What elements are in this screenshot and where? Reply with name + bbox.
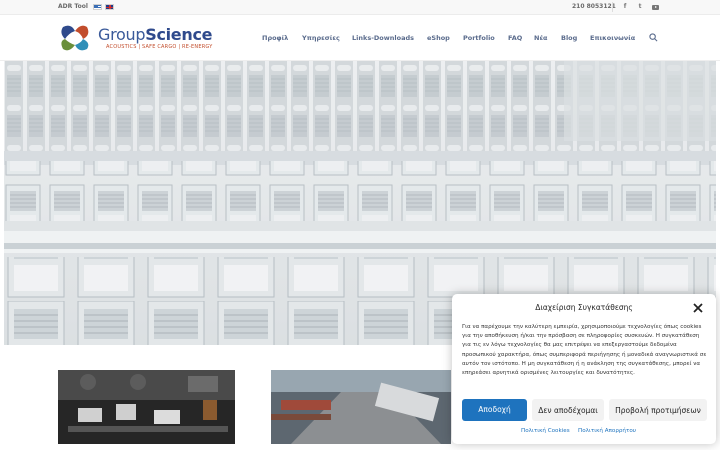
nav-item-portfolio[interactable]: Portfolio	[463, 34, 495, 42]
greek-flag-icon[interactable]	[93, 4, 102, 10]
brand-group: Group	[98, 25, 146, 44]
twitter-icon[interactable]: t	[635, 2, 645, 12]
cookie-dialog-text: Για να παρέχουμε την καλύτερη εμπειρία, …	[462, 324, 707, 377]
nav-item-links-downloads[interactable]: Links-Downloads	[352, 34, 414, 42]
nav-item-contact[interactable]: Επικοινωνία	[590, 34, 635, 42]
nav-item-blog[interactable]: Blog	[561, 34, 577, 42]
adr-tool-link[interactable]: ADR Tool	[58, 3, 88, 10]
cargo-ship-photo	[271, 370, 451, 444]
cookie-consent-dialog: Διαχείριση Συγκατάθεσης Για να παρέχουμε…	[452, 294, 716, 444]
brand-tagline: ACOUSTICS | SAFE CARGO | RE-ENERGY	[106, 44, 213, 50]
privacy-policy-link[interactable]: Πολιτική Απορρήτου	[578, 428, 636, 434]
divider	[612, 2, 613, 12]
portfolio-thumbnail-studio[interactable]	[58, 370, 235, 444]
top-bar: ADR Tool 210 8053121 f t	[0, 0, 720, 15]
nav-item-eshop[interactable]: eShop	[427, 34, 450, 42]
phone-number[interactable]: 210 8053121	[572, 3, 616, 10]
close-icon[interactable]	[693, 303, 703, 313]
groupscience-logo-icon[interactable]	[57, 21, 93, 55]
nav-item-news[interactable]: Νέα	[534, 34, 548, 42]
nav-item-services[interactable]: Υπηρεσίες	[302, 34, 340, 42]
nav-item-profile[interactable]: Προφίλ	[262, 34, 288, 42]
brand-name[interactable]: GroupScience	[98, 25, 213, 44]
brand-science: Science	[145, 25, 213, 44]
search-icon[interactable]	[649, 33, 658, 42]
accept-button[interactable]: Αποδοχή	[462, 399, 527, 421]
deny-button[interactable]: Δεν αποδέχομαι	[532, 399, 604, 421]
portfolio-thumbnail-cargo[interactable]	[271, 370, 451, 444]
facebook-icon[interactable]: f	[620, 2, 630, 12]
site-header: GroupScience ACOUSTICS | SAFE CARGO | RE…	[0, 15, 720, 61]
cookie-policy-link[interactable]: Πολιτική Cookies	[521, 428, 570, 434]
english-flag-icon[interactable]	[105, 4, 114, 10]
cookie-dialog-title: Διαχείριση Συγκατάθεσης	[535, 303, 633, 312]
nav-item-faq[interactable]: FAQ	[508, 34, 522, 42]
youtube-icon[interactable]	[650, 2, 660, 12]
view-preferences-button[interactable]: Προβολή προτιμήσεων	[609, 399, 707, 421]
studio-photo	[58, 370, 235, 444]
